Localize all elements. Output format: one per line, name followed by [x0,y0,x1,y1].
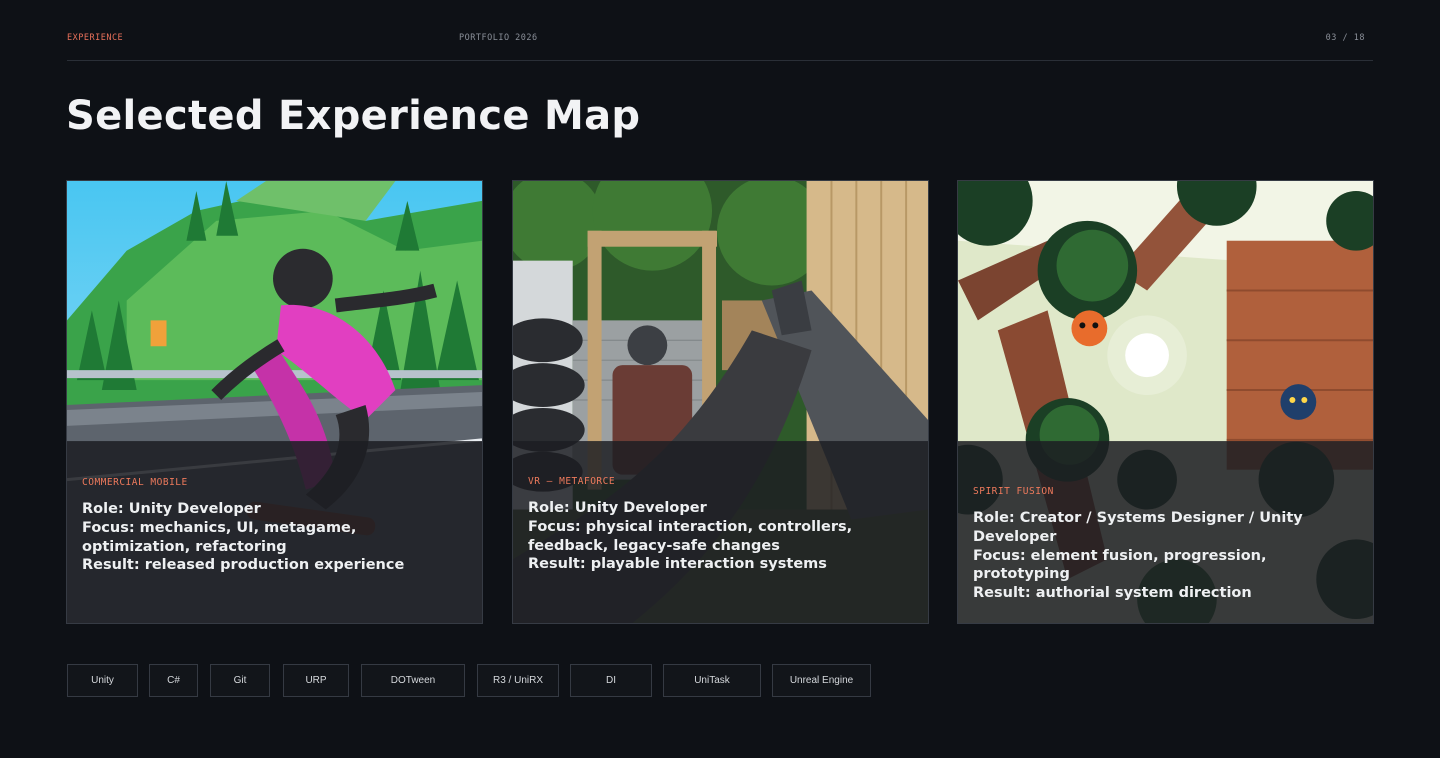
page-counter: 03 / 18 [1325,33,1365,43]
skill-chip-unreal-engine[interactable]: Unreal Engine [772,664,871,697]
card-role: Role: Unity Developer [82,501,261,517]
card-focus: Focus: element fusion, progression, prot… [973,547,1267,583]
card-tag: COMMERCIAL MOBILE [82,477,188,488]
card-result: Result: released production experience [82,557,405,574]
card-overlay: SPIRIT FUSION Role: Creator / Systems De… [958,441,1373,623]
experience-card-vr-metaforce[interactable]: VR — METAFORCE Role: Unity Developer Foc… [512,180,929,624]
top-bar: EXPERIENCE PORTFOLIO 2026 03 / 18 [67,0,1373,61]
card-result: Result: playable interaction systems [528,556,827,573]
skill-chip-unitask[interactable]: UniTask [663,664,761,697]
skill-chip-unity[interactable]: Unity [67,664,138,697]
card-overlay: VR — METAFORCE Role: Unity Developer Foc… [513,441,928,623]
skill-chip-csharp[interactable]: C# [149,664,198,697]
card-result: Result: authorial system direction [973,585,1252,602]
card-focus: Focus: physical interaction, controllers… [528,518,853,554]
card-description: Role: Unity Developer Focus: physical in… [528,499,914,574]
card-overlay: COMMERCIAL MOBILE Role: Unity Developer … [67,441,482,623]
experience-card-spirit-fusion[interactable]: SPIRIT FUSION Role: Creator / Systems De… [957,180,1374,624]
skill-chip-git[interactable]: Git [210,664,270,697]
experience-card-commercial-mobile[interactable]: COMMERCIAL MOBILE Role: Unity Developer … [66,180,483,624]
card-role: Role: Unity Developer [528,500,707,516]
card-focus: Focus: mechanics, UI, metagame, optimiza… [82,519,357,555]
card-description: Role: Unity Developer Focus: mechanics, … [82,500,468,575]
skill-chip-r3-unirx[interactable]: R3 / UniRX [477,664,559,697]
skill-chip-dotween[interactable]: DOTween [361,664,465,697]
card-role: Role: Creator / Systems Designer / Unity… [973,510,1303,545]
skill-chip-urp[interactable]: URP [283,664,349,697]
portfolio-label: PORTFOLIO 2026 [459,33,538,43]
skill-chip-di[interactable]: DI [570,664,652,697]
card-description: Role: Creator / Systems Designer / Unity… [973,509,1359,603]
page-title: Selected Experience Map [66,93,641,139]
card-tag: VR — METAFORCE [528,476,616,487]
card-tag: SPIRIT FUSION [973,486,1054,497]
section-label: EXPERIENCE [67,33,124,43]
